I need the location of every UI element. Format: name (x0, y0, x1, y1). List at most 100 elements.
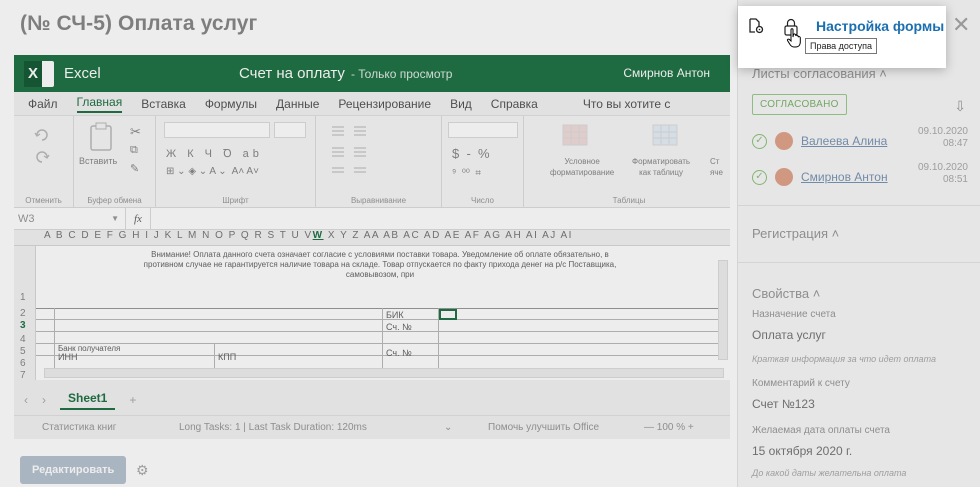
status-feedback[interactable]: Помочь улучшить Office (488, 422, 599, 433)
excel-view-mode: - Только просмотр (350, 67, 453, 81)
number-format-buttons[interactable]: $ - % (452, 146, 490, 161)
paste-icon[interactable] (88, 122, 114, 152)
sheet-tab[interactable]: Sheet1 (60, 391, 116, 410)
row-header-6: 6 (20, 358, 26, 369)
ribbon-group-clipboard: Вставить ✂ ⧉ ✎ Буфер обмена (74, 116, 156, 208)
export-users-icon[interactable]: ⇩ (954, 98, 966, 115)
approver-row: ✓ Валеева Алина (752, 132, 887, 150)
approver-name[interactable]: Валеева Алина (801, 134, 887, 148)
formula-bar: W3 ▼ fx (14, 208, 730, 230)
next-sheet-icon[interactable]: › (42, 393, 46, 407)
check-icon: ✓ (752, 169, 767, 185)
excel-status-bar: Статистика книг Long Tasks: 1 | Last Tas… (14, 415, 730, 439)
font-size-select[interactable] (274, 122, 306, 138)
format-as-table-icon[interactable] (652, 124, 678, 146)
tab-data[interactable]: Данные (276, 97, 319, 111)
name-box[interactable]: W3 ▼ (14, 208, 126, 229)
excel-user-name[interactable]: Смирнов Антон (623, 55, 710, 92)
close-icon[interactable]: ✕ (952, 14, 970, 36)
grid-line (36, 319, 720, 320)
excel-app-name: Excel (64, 65, 101, 82)
horizontal-scrollbar[interactable] (44, 368, 724, 378)
conditional-format-icon[interactable] (562, 124, 588, 146)
edit-button[interactable]: Редактировать (20, 456, 127, 484)
status-tasks: Long Tasks: 1 | Last Task Duration: 120m… (179, 422, 367, 433)
fx-icon[interactable]: fx (126, 213, 142, 225)
tab-view[interactable]: Вид (450, 97, 472, 111)
excel-ribbon-tabs: Файл Главная Вставка Формулы Данные Реце… (14, 92, 730, 116)
properties-title[interactable]: Свойства ˄ (752, 286, 820, 301)
gear-icon[interactable]: ⚙ (136, 462, 149, 479)
excel-doc-name: Счет на оплату (239, 65, 345, 82)
cell-styles-label[interactable]: Ст яче (710, 156, 723, 178)
column-headers: A B C D E F G H I J K L M N O P Q R S T … (14, 230, 730, 246)
cell-account-1: Сч. № (386, 322, 412, 332)
font-name-select[interactable] (164, 122, 270, 138)
status-chevron-icon[interactable]: ⌄ (444, 422, 452, 433)
add-sheet-icon[interactable]: + (129, 393, 136, 407)
divider (738, 205, 980, 206)
excel-viewer[interactable]: X Excel Счет на оплату - Только просмотр … (14, 55, 730, 439)
font-style-buttons[interactable]: Ж К Ч Ꝺ ab (166, 146, 263, 161)
approver-name[interactable]: Смирнов Антон (801, 170, 888, 184)
cell-account-2: Сч. № (386, 348, 412, 358)
vertical-scrollbar[interactable] (718, 260, 728, 360)
avatar (775, 132, 793, 150)
align-icon[interactable] (330, 124, 420, 178)
excel-doc-title: Счет на оплату - Только просмотр (239, 55, 452, 93)
conditional-format-label[interactable]: Условное форматирование (550, 156, 614, 178)
ribbon-group-tables: Условное форматирование Форматировать ка… (524, 116, 730, 208)
font-color-buttons[interactable]: ⊞ ⌄ ◈ ⌄ A ⌄ A˄ A˅ (166, 166, 259, 177)
column-selected: W (312, 230, 324, 241)
tab-file[interactable]: Файл (28, 97, 58, 111)
ribbon-group-undo: Отменить (14, 116, 74, 208)
status-zoom[interactable]: — 100 % + (644, 422, 694, 433)
divider (738, 262, 980, 263)
prev-sheet-icon[interactable]: ‹ (24, 393, 28, 407)
cut-icon[interactable]: ✂ (130, 124, 141, 140)
tab-home[interactable]: Главная (76, 95, 123, 113)
spreadsheet-grid[interactable]: A B C D E F G H I J K L M N O P Q R S T … (14, 230, 730, 381)
column-letters-left: A B C D E F G H I J K L M N O P Q R S T … (44, 230, 313, 241)
payment-notice: Внимание! Оплата данного счета означает … (143, 250, 617, 279)
document-settings-icon[interactable] (748, 18, 764, 34)
paste-label[interactable]: Вставить (79, 156, 117, 166)
row-headers: 1 2 3 4 5 6 7 (14, 246, 36, 381)
sheet-tabs-bar: ‹ › Sheet1 + (14, 385, 730, 415)
grid-line (36, 343, 720, 344)
excel-logo-icon: X (24, 60, 54, 87)
property-value: 15 октября 2020 г. (752, 444, 853, 458)
redo-icon[interactable] (34, 150, 50, 164)
form-settings-popup: Настройка формы (738, 6, 946, 68)
ribbon-label-number: Число (470, 196, 494, 205)
form-settings-link[interactable]: Настройка формы (816, 18, 944, 34)
approver-date: 09.10.2020 08:51 (917, 162, 968, 185)
tab-help[interactable]: Справка (491, 97, 538, 111)
format-as-table-label[interactable]: Форматировать как таблицу (632, 156, 690, 178)
registration-title[interactable]: Регистрация ˄ (752, 226, 839, 241)
formula-input[interactable] (149, 208, 730, 229)
status-workbook-stats[interactable]: Статистика книг (42, 422, 116, 433)
tell-me-search[interactable]: Что вы хотите с (583, 97, 671, 111)
undo-icon[interactable] (34, 128, 50, 142)
tab-formulas[interactable]: Формулы (205, 97, 257, 111)
property-hint: До какой даты желательна оплата (752, 468, 907, 478)
tab-insert[interactable]: Вставка (141, 97, 186, 111)
grid-line (382, 308, 383, 368)
check-icon: ✓ (752, 133, 767, 149)
copy-icon[interactable]: ⧉ (130, 144, 138, 157)
number-format-select[interactable] (448, 122, 518, 138)
active-cell[interactable] (439, 309, 457, 320)
ribbon-label-undo: Отменить (25, 196, 62, 205)
approval-sheets-title[interactable]: Листы согласования ˄ (752, 66, 887, 81)
decimal-buttons[interactable]: ⁹ ⁰⁰ ⌗ (452, 168, 481, 179)
cell-kpp: КПП (218, 352, 237, 362)
cell-ref: W3 (18, 212, 35, 225)
grid-line (36, 308, 720, 309)
tab-review[interactable]: Рецензирование (338, 97, 431, 111)
format-painter-icon[interactable]: ✎ (130, 162, 139, 175)
cell-bik: БИК (386, 310, 404, 320)
grid-line (36, 355, 720, 356)
row-header-1: 1 (20, 292, 26, 303)
ribbon-label-font: Шрифт (222, 196, 249, 205)
